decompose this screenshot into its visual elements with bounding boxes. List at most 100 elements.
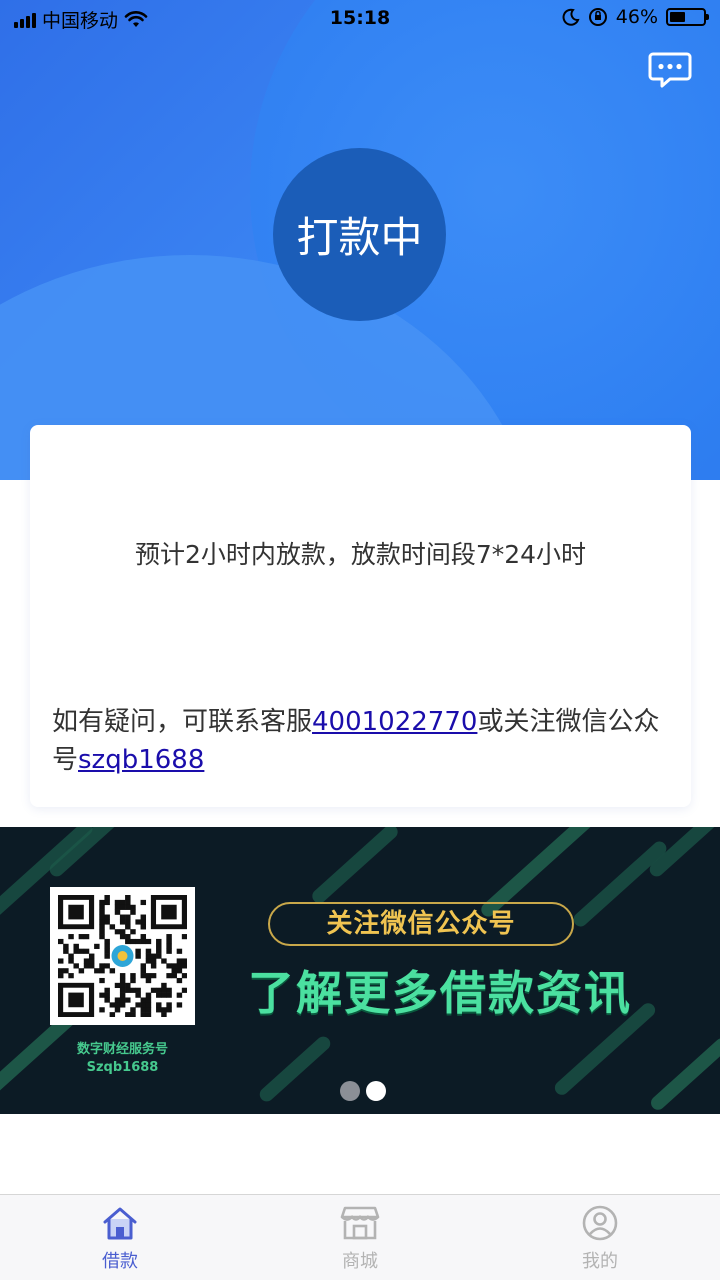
qr-module: [109, 1002, 116, 1008]
qr-module: [104, 943, 110, 949]
banner-headline: 了解更多借款资讯: [248, 966, 632, 1020]
qr-module: [125, 997, 131, 1003]
qr-module: [130, 1007, 136, 1013]
qr-module: [73, 948, 79, 954]
qr-module: [156, 992, 162, 998]
qr-module: [140, 1007, 147, 1013]
qr-module: [140, 938, 147, 945]
qr-module: [176, 963, 183, 969]
qr-module: [114, 1007, 121, 1013]
qr-module: [171, 963, 177, 969]
promo-banner[interactable]: 数字财经服务号 Szqb1688 关注微信公众号 了解更多借款资讯: [0, 827, 720, 1114]
qr-module: [104, 997, 110, 1003]
qr-module: [130, 929, 136, 935]
tab-mall[interactable]: 商城: [240, 1195, 480, 1280]
qr-module: [119, 929, 126, 935]
qr-module: [156, 948, 162, 954]
qr-module: [150, 987, 157, 993]
chat-bubble-icon[interactable]: [648, 50, 692, 90]
qr-module: [114, 929, 121, 935]
carousel-dot-active[interactable]: [366, 1081, 386, 1101]
qr-module: [161, 992, 167, 998]
qr-module: [130, 938, 136, 945]
qr-module: [125, 895, 131, 901]
qr-module: [135, 953, 141, 959]
qr-module: [130, 904, 136, 910]
qr-module: [166, 938, 172, 945]
qr-module: [125, 904, 131, 910]
qr-module: [125, 938, 131, 945]
tab-mine[interactable]: 我的: [480, 1195, 720, 1280]
tab-loan[interactable]: 借款: [0, 1195, 240, 1280]
qr-module: [150, 963, 157, 969]
qr-module: [104, 938, 110, 945]
qr-module: [130, 987, 136, 993]
qr-module: [73, 943, 79, 949]
qr-module: [99, 929, 105, 935]
eta-text: 预计2小时内放款，放款时间段7*24小时: [134, 540, 587, 569]
qr-module: [135, 919, 141, 925]
help-prefix: 如有疑问，可联系客服: [52, 707, 313, 737]
phone-link[interactable]: 4001022770: [312, 707, 477, 737]
qr-module: [125, 914, 131, 920]
qr-caption: 数字财经服务号 Szqb1688: [50, 1041, 195, 1077]
qr-module: [176, 977, 183, 984]
qr-module: [181, 987, 188, 993]
qr-module: [99, 914, 105, 920]
wechat-link[interactable]: szqb1688: [78, 745, 204, 775]
qr-module: [119, 919, 126, 925]
qr-module: [156, 1002, 162, 1008]
qr-module: [88, 953, 95, 959]
tab-loan-label: 借款: [102, 1251, 138, 1272]
payment-status-indicator: 打款中: [273, 148, 446, 321]
qr-module: [181, 934, 188, 940]
qr-module: [104, 914, 110, 920]
qr-module: [99, 904, 105, 910]
qr-module: [130, 1012, 136, 1018]
help-text: 如有疑问，可联系客服4001022770或关注微信公众号szqb1688: [52, 703, 662, 779]
qr-module: [176, 1002, 183, 1008]
qr-module: [119, 992, 126, 998]
qr-module: [83, 958, 90, 964]
qr-module: [150, 973, 157, 979]
qr-module: [99, 909, 105, 915]
qr-finder-inner: [161, 904, 177, 920]
qr-module: [119, 973, 126, 979]
qr-module: [99, 899, 105, 906]
qr-module: [150, 953, 157, 959]
qr-module: [125, 924, 131, 930]
qr-module: [119, 914, 126, 920]
qr-module: [78, 948, 85, 954]
qr-module: [140, 1002, 147, 1008]
qr-module: [145, 948, 152, 954]
qr-module: [68, 958, 74, 964]
qr-module: [140, 963, 147, 969]
qr-module: [104, 963, 110, 969]
qr-module: [161, 1012, 167, 1018]
qr-module: [145, 1007, 152, 1013]
qr-module: [78, 934, 85, 940]
qr-module: [166, 934, 172, 940]
qr-module: [166, 1007, 172, 1013]
moon-icon: [562, 8, 580, 26]
qr-module: [99, 919, 105, 925]
qr-module: [135, 992, 141, 998]
qr-module: [125, 987, 131, 993]
qr-module: [166, 943, 172, 949]
qr-module: [130, 973, 136, 979]
qr-module: [114, 997, 121, 1003]
qr-module: [99, 1007, 105, 1013]
status-right: 46%: [562, 6, 709, 28]
tab-mine-label: 我的: [582, 1251, 618, 1272]
qr-module: [119, 904, 126, 910]
qr-module: [83, 963, 90, 969]
qr-module: [58, 973, 64, 979]
carousel-dot[interactable]: [340, 1081, 360, 1101]
qr-module: [88, 958, 95, 964]
qr-module: [135, 1002, 141, 1008]
qr-module: [104, 895, 110, 901]
qr-module: [140, 934, 147, 940]
qr-module: [58, 968, 64, 974]
qr-module: [58, 958, 64, 964]
qr-module: [78, 968, 85, 974]
